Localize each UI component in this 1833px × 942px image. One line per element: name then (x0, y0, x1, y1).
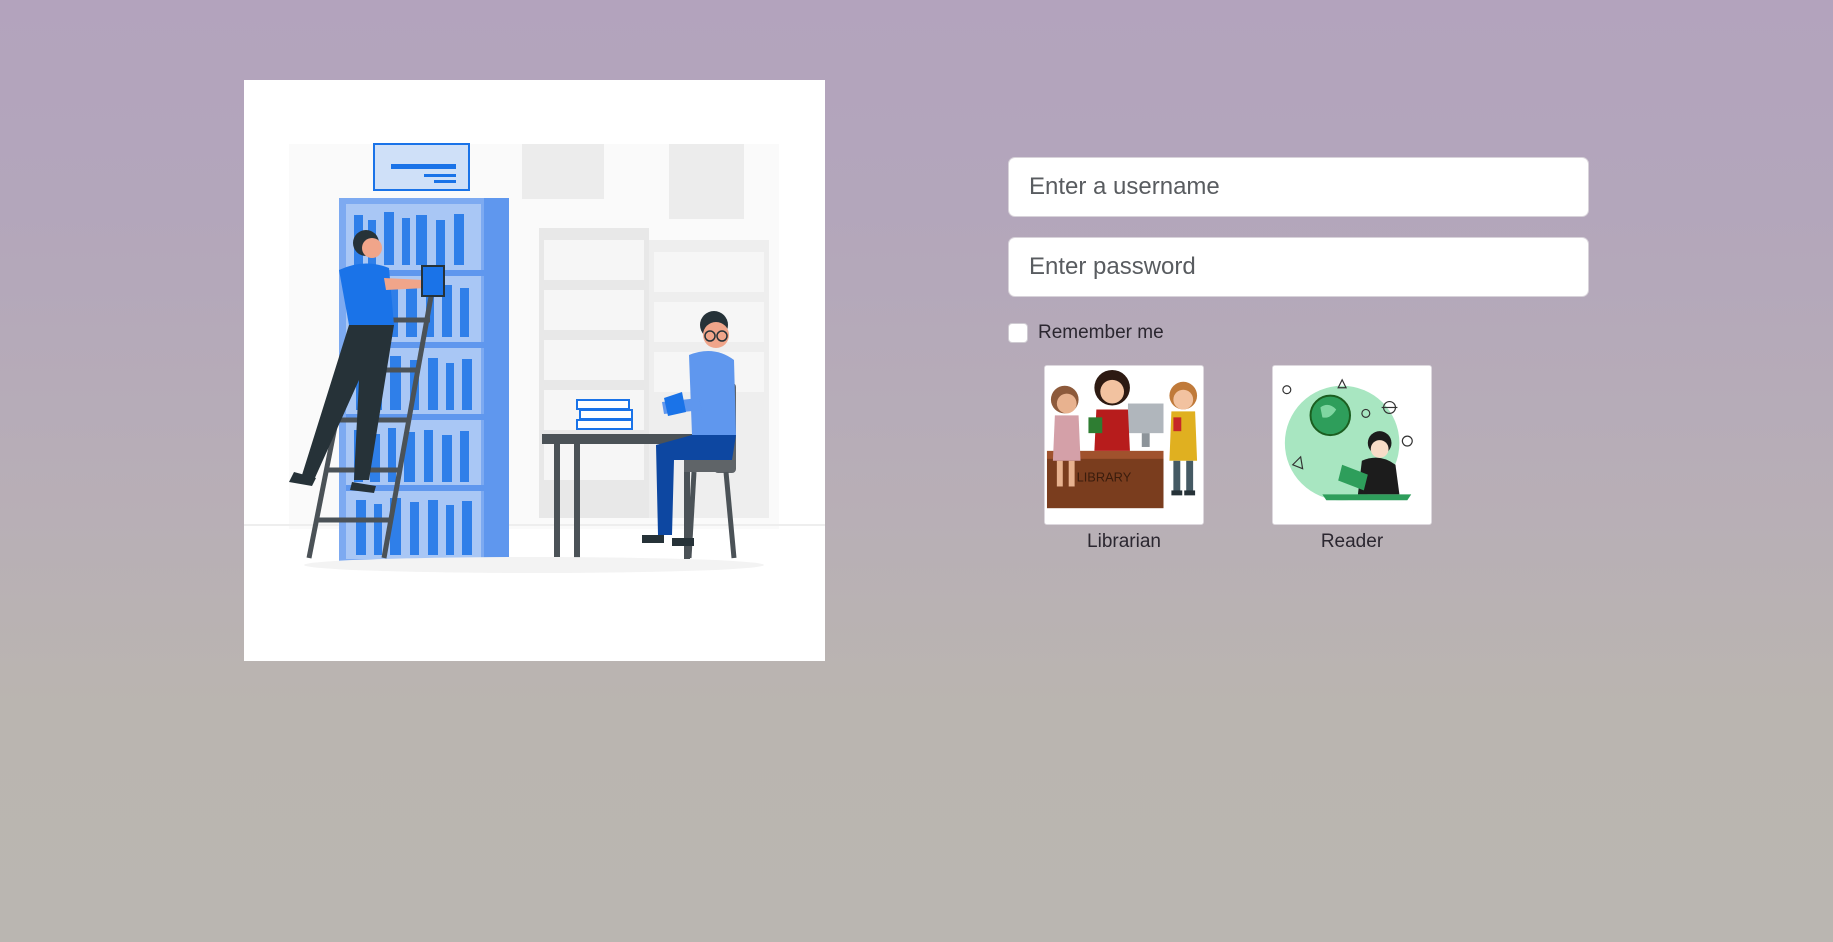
login-form: Remember me (1008, 157, 1589, 345)
remember-me-label: Remember me (1038, 322, 1164, 343)
username-input[interactable] (1008, 157, 1589, 217)
password-input[interactable] (1008, 237, 1589, 297)
role-label-librarian: Librarian (1087, 531, 1161, 552)
reader-image[interactable] (1272, 365, 1432, 525)
remember-me-checkbox[interactable] (1008, 323, 1028, 343)
library-illustration (244, 80, 825, 661)
role-option-reader[interactable]: Reader (1272, 365, 1432, 553)
librarian-image[interactable]: LIBRARY (1044, 365, 1204, 525)
library-desk-sign: LIBRARY (1077, 470, 1132, 485)
role-selector: LIBRARY Librarian Reader (1044, 365, 1432, 553)
remember-me-row[interactable]: Remember me (1008, 321, 1589, 345)
role-label-reader: Reader (1320, 531, 1384, 552)
role-option-librarian[interactable]: LIBRARY Librarian (1044, 365, 1204, 553)
